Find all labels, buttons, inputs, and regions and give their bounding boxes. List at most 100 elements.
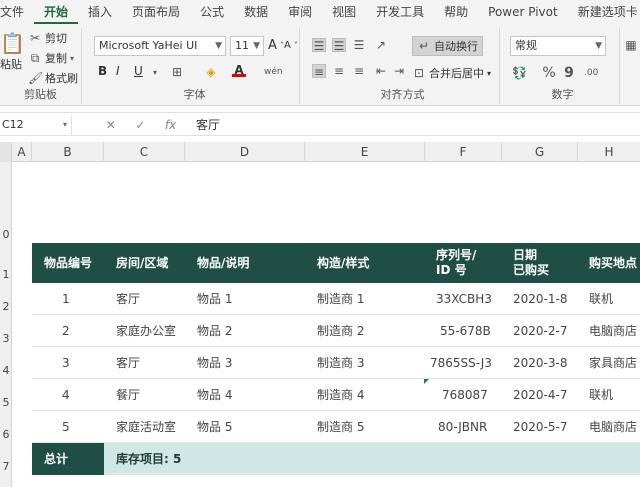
row-header[interactable]: 4 — [0, 364, 12, 377]
merge-center-button[interactable]: ⊡ 合并后居中 ▾ — [412, 65, 491, 81]
cell-room[interactable]: 家庭活动室 — [116, 411, 176, 443]
row-header[interactable]: 6 — [0, 428, 12, 441]
cell-number[interactable]: 2 — [62, 315, 70, 347]
decimal-icon[interactable]: .00 — [584, 66, 598, 80]
cut-button[interactable]: ✂ 剪切 — [28, 30, 67, 46]
row-header[interactable]: 2 — [0, 300, 12, 313]
column-header-c[interactable]: C — [104, 142, 185, 162]
tab-file[interactable]: 文件 — [0, 0, 34, 24]
row-header[interactable]: 5 — [0, 396, 12, 409]
align-left-icon[interactable]: ≡ — [312, 64, 326, 79]
select-all-corner[interactable] — [0, 142, 12, 162]
name-box[interactable]: C12 ▾ — [0, 115, 72, 135]
cell-number[interactable]: 3 — [62, 347, 70, 379]
column-header-d[interactable]: D — [185, 142, 305, 162]
cell-serial[interactable]: 80-JBNR — [438, 411, 487, 443]
tab-page-layout[interactable]: 页面布局 — [122, 0, 190, 24]
row-header[interactable]: 7 — [0, 460, 12, 473]
cell-serial[interactable]: 7865SS-J3 — [430, 347, 492, 379]
cell-place[interactable]: 电脑商店 — [589, 411, 637, 443]
column-header-h[interactable]: H — [578, 142, 640, 162]
cell-date[interactable]: 2020-1-8 — [513, 283, 567, 315]
border-icon[interactable]: ⊞ — [170, 65, 184, 79]
grow-font-button[interactable]: A ˄ — [268, 38, 284, 53]
column-header-f[interactable]: F — [425, 142, 502, 162]
cell-place[interactable]: 联机 — [589, 379, 613, 411]
cell-place[interactable]: 联机 — [589, 283, 613, 315]
fill-color-icon[interactable]: ◈ — [204, 65, 218, 79]
tab-new-tab[interactable]: 新建选项卡 — [568, 0, 640, 24]
cell-number[interactable]: 4 — [62, 379, 70, 411]
align-middle-icon[interactable]: ☰ — [332, 38, 346, 53]
tab-home[interactable]: 开始 — [34, 0, 79, 24]
cell-serial[interactable]: 33XCBH3 — [436, 283, 492, 315]
header-item-number[interactable]: 物品编号 — [44, 243, 92, 283]
column-header-g[interactable]: G — [502, 142, 578, 162]
phonetic-icon[interactable]: wén — [264, 65, 283, 79]
cell-item[interactable]: 物品 1 — [197, 283, 232, 315]
header-serial[interactable]: 序列号/ID 号 — [436, 243, 476, 283]
cell-date[interactable]: 2020-4-7 — [513, 379, 567, 411]
indent-increase-icon[interactable]: ⇥ — [392, 64, 406, 78]
cell-room[interactable]: 客厅 — [116, 283, 140, 315]
align-bottom-icon[interactable]: ☰ — [352, 38, 366, 52]
italic-button[interactable]: I — [116, 64, 120, 78]
header-item[interactable]: 物品/说明 — [197, 243, 249, 283]
cell-make[interactable]: 制造商 3 — [317, 347, 364, 379]
column-header-e[interactable]: E — [305, 142, 425, 162]
column-header-a[interactable]: A — [12, 142, 32, 162]
bold-button[interactable]: B — [98, 64, 107, 78]
cell-room[interactable]: 家庭办公室 — [116, 315, 176, 347]
underline-button[interactable]: U — [134, 64, 143, 78]
cell-make[interactable]: 制造商 1 — [317, 283, 364, 315]
total-value[interactable]: 库存项目: 5 — [104, 443, 640, 475]
tab-developer[interactable]: 开发工具 — [366, 0, 434, 24]
tab-data[interactable]: 数据 — [234, 0, 278, 24]
tab-help[interactable]: 帮助 — [434, 0, 478, 24]
cell-date[interactable]: 2020-5-7 — [513, 411, 567, 443]
cancel-icon[interactable]: ✕ — [106, 118, 116, 132]
tab-formulas[interactable]: 公式 — [190, 0, 234, 24]
tab-insert[interactable]: 插入 — [78, 0, 122, 24]
tab-review[interactable]: 审阅 — [278, 0, 322, 24]
cell-place[interactable]: 家具商店 — [589, 347, 637, 379]
row-header[interactable]: 3 — [0, 332, 12, 345]
cell-make[interactable]: 制造商 2 — [317, 315, 364, 347]
cell-make[interactable]: 制造商 5 — [317, 411, 364, 443]
check-icon[interactable]: ✓ — [135, 118, 145, 132]
orientation-icon[interactable]: ↗ — [374, 38, 388, 52]
cell-date[interactable]: 2020-2-7 — [513, 315, 567, 347]
cell-item[interactable]: 物品 3 — [197, 347, 232, 379]
header-make[interactable]: 构造/样式 — [317, 243, 369, 283]
error-indicator-icon[interactable] — [424, 379, 429, 384]
cell-date[interactable]: 2020-3-8 — [513, 347, 567, 379]
worksheet[interactable]: 物品编号 房间/区域 物品/说明 构造/样式 序列号/ID 号 日期 已购买 购买… — [12, 162, 640, 487]
shrink-font-button[interactable]: A ˅ — [284, 40, 298, 51]
cell-place[interactable]: 电脑商店 — [589, 315, 637, 347]
cell-make[interactable]: 制造商 4 — [317, 379, 364, 411]
format-painter-button[interactable]: 🖌 格式刷 — [28, 70, 78, 86]
cell-number[interactable]: 5 — [62, 411, 70, 443]
header-place[interactable]: 购买地点 — [589, 243, 637, 283]
paste-button[interactable]: 📋 粘贴 — [0, 30, 25, 72]
copy-button[interactable]: ⧉ 复制 ▾ — [28, 50, 74, 66]
percent-icon[interactable]: % — [542, 66, 556, 80]
font-name-select[interactable]: Microsoft YaHei UI ▼ — [94, 36, 226, 56]
font-size-select[interactable]: 11 ▼ — [230, 36, 264, 56]
cell-serial[interactable]: 768087 — [442, 379, 488, 411]
cell-room[interactable]: 客厅 — [116, 347, 140, 379]
formula-input[interactable]: 客厅 — [196, 115, 220, 135]
cell-room[interactable]: 餐厅 — [116, 379, 140, 411]
tab-view[interactable]: 视图 — [322, 0, 366, 24]
cell-serial[interactable]: 55-678B — [440, 315, 491, 347]
cell-item[interactable]: 物品 4 — [197, 379, 232, 411]
align-center-icon[interactable]: ≡ — [332, 64, 346, 78]
tab-power-pivot[interactable]: Power Pivot — [478, 0, 568, 24]
align-right-icon[interactable]: ≡ — [352, 64, 366, 78]
header-date[interactable]: 日期 已购买 — [513, 243, 549, 283]
header-room[interactable]: 房间/区域 — [116, 243, 168, 283]
row-header[interactable]: 0 — [0, 228, 12, 241]
column-header-b[interactable]: B — [32, 142, 104, 162]
wrap-text-button[interactable]: ↵ 自动换行 — [412, 36, 483, 56]
number-format-select[interactable]: 常规 ▼ — [510, 36, 606, 56]
